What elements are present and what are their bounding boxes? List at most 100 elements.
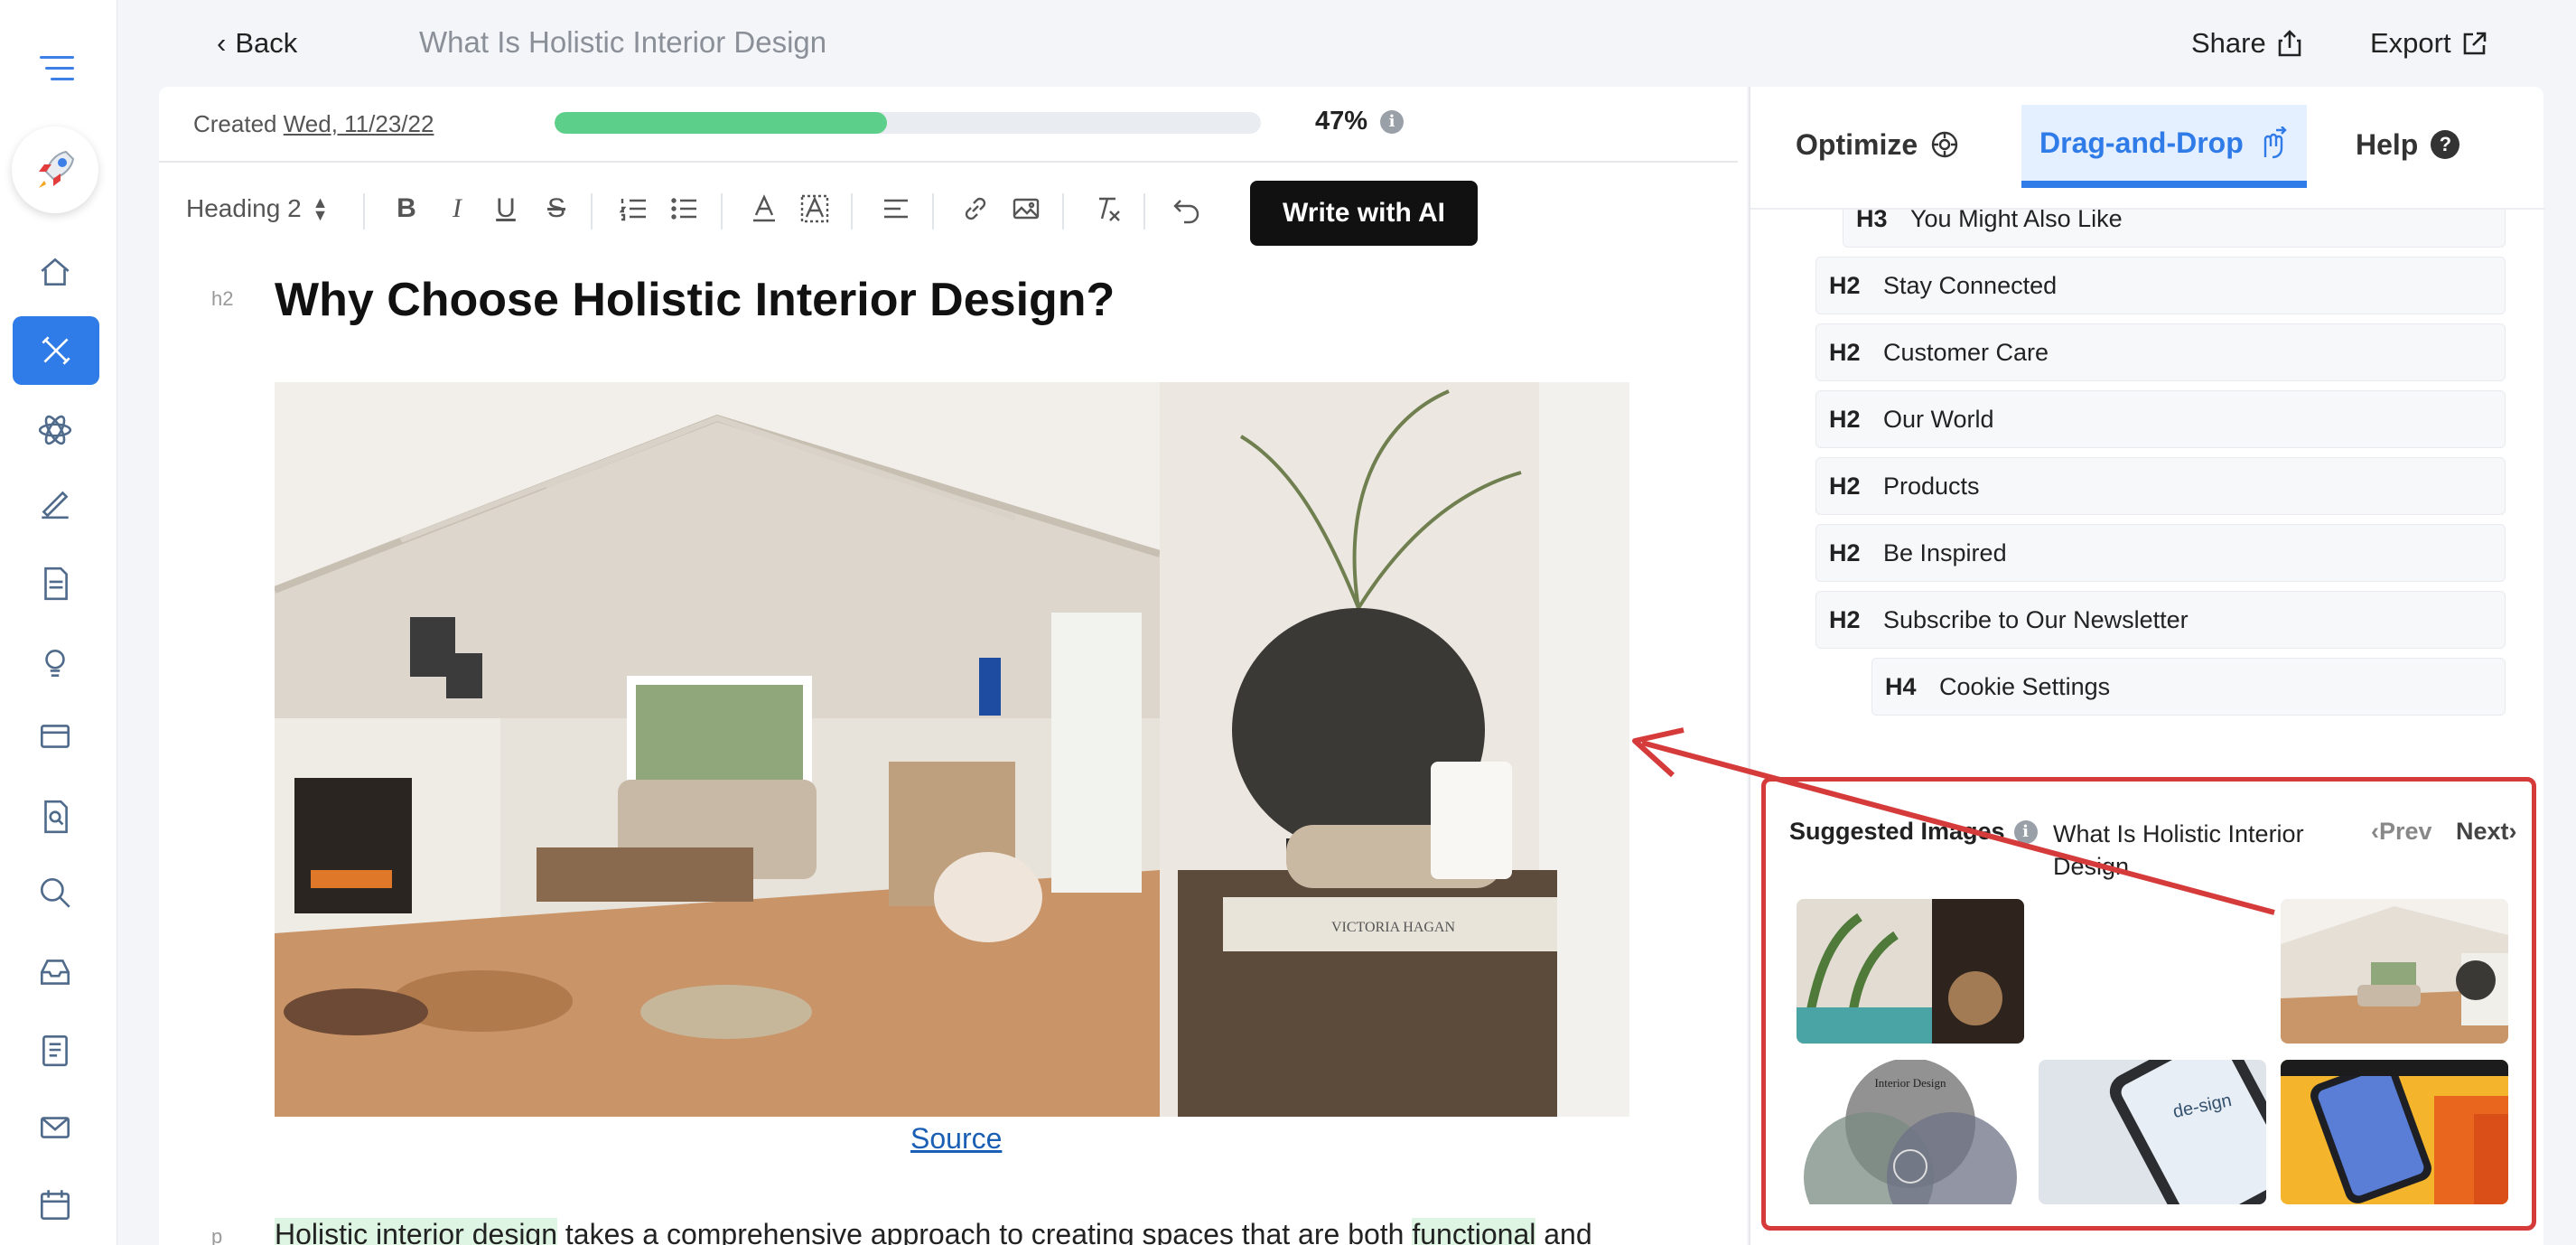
ordered-list-icon[interactable] xyxy=(616,188,652,229)
suggested-query: What Is Holistic Interior Design xyxy=(2053,820,2304,880)
write-with-ai-button[interactable]: Write with AI xyxy=(1250,181,1478,246)
italic-icon[interactable]: I xyxy=(439,188,475,229)
left-nav-rail xyxy=(0,0,117,1245)
calendar-icon[interactable] xyxy=(30,1180,80,1231)
heading-select[interactable]: Heading 2 ▲ ▼ xyxy=(186,188,349,229)
heading-outline-item[interactable]: H2 Our World xyxy=(1815,390,2506,448)
tab-help-label: Help xyxy=(2356,127,2419,161)
back-button[interactable]: ‹ Back xyxy=(217,27,297,60)
clipboard-icon[interactable] xyxy=(30,1025,80,1075)
heading-level-badge: H2 xyxy=(1829,405,1861,433)
block-tag-p: p xyxy=(211,1225,223,1245)
panel-tabs: Optimize Drag-and-Drop Help ? xyxy=(1750,87,2545,204)
export-button[interactable]: Export xyxy=(2370,27,2487,60)
question-icon: ? xyxy=(2431,130,2460,159)
heading-outline-text: Cookie Settings xyxy=(1939,672,2111,700)
suggested-image-thumbnail[interactable] xyxy=(1797,899,2024,1044)
heading-level-badge: H4 xyxy=(1885,672,1917,700)
document-icon[interactable] xyxy=(30,558,80,609)
bullet-list-icon[interactable] xyxy=(667,188,703,229)
paragraph-text-mid: takes a comprehensive approach to creati… xyxy=(557,1218,1413,1245)
info-icon[interactable]: i xyxy=(2013,819,2038,844)
menu-icon[interactable] xyxy=(40,56,74,83)
heading-outline-text: Subscribe to Our Newsletter xyxy=(1883,605,2189,633)
next-button[interactable]: Next› xyxy=(2456,818,2517,846)
progress-label: 47% xyxy=(1315,107,1368,136)
tab-drag-and-drop-label: Drag-and-Drop xyxy=(2039,126,2244,159)
undo-icon[interactable] xyxy=(1169,188,1205,229)
meta-bar: Created Wed, 11/23/22 47% i xyxy=(159,87,1738,163)
block-tag-h2: h2 xyxy=(211,287,234,310)
heading-outline-item[interactable]: H2 Be Inspired xyxy=(1815,524,2506,582)
paragraph-text[interactable]: Holistic interior design takes a compreh… xyxy=(275,1218,1592,1245)
suggested-image-thumbnail[interactable] xyxy=(2281,899,2508,1044)
keyword-highlight: Holistic interior design xyxy=(275,1218,558,1245)
document-title[interactable]: What Is Holistic Interior Design xyxy=(419,25,826,60)
toolbar-divider xyxy=(851,193,853,229)
suggested-image-thumbnail[interactable]: de-sign xyxy=(2039,1060,2266,1204)
align-icon[interactable] xyxy=(878,188,914,229)
link-icon[interactable] xyxy=(957,188,994,229)
image-icon[interactable] xyxy=(1008,188,1044,229)
toolbar-divider xyxy=(932,193,934,229)
created-date: Created Wed, 11/23/22 xyxy=(193,110,434,138)
optimize-icon xyxy=(1931,131,1958,158)
source-link[interactable]: Source xyxy=(910,1122,1002,1156)
suggested-image-thumbnail[interactable] xyxy=(2281,1060,2508,1204)
heading-outline-item[interactable]: H2 Stay Connected xyxy=(1815,257,2506,314)
suggested-images-title: Suggested Images i xyxy=(1789,818,2038,846)
tab-optimize[interactable]: Optimize xyxy=(1796,105,1959,184)
clear-format-icon[interactable] xyxy=(1089,188,1125,229)
paragraph-text-end: and xyxy=(1535,1218,1592,1245)
heading-outline-item[interactable]: H2 Subscribe to Our Newsletter xyxy=(1815,591,2506,649)
heading-select-value: Heading 2 xyxy=(186,194,302,222)
toolbar-divider xyxy=(591,193,593,229)
highlight-color-icon[interactable] xyxy=(797,188,833,229)
share-button[interactable]: Share xyxy=(2191,27,2302,60)
bold-icon[interactable]: B xyxy=(388,188,425,229)
living-room-image[interactable]: VICTORIA HAGAN xyxy=(275,382,1629,1117)
tools-icon[interactable] xyxy=(13,316,99,385)
inbox-icon[interactable] xyxy=(30,947,80,997)
suggested-image-thumbnail[interactable]: Interior Design xyxy=(1797,1060,2024,1204)
toolbar-divider xyxy=(721,193,723,229)
external-link-icon xyxy=(2463,32,2486,55)
updown-chevron-icon: ▲ ▼ xyxy=(312,193,329,224)
card-icon[interactable] xyxy=(30,712,80,763)
back-label: Back xyxy=(235,27,298,59)
mail-icon[interactable] xyxy=(30,1102,80,1153)
strikethrough-icon[interactable]: S xyxy=(538,188,574,229)
heading-outline-item[interactable]: H4 Cookie Settings xyxy=(1871,658,2506,716)
svg-text:VICTORIA HAGAN: VICTORIA HAGAN xyxy=(1331,920,1455,935)
heading-outline-item[interactable]: H3 You Might Also Like xyxy=(1843,208,2506,248)
heading-outline-item[interactable]: H2 Customer Care xyxy=(1815,323,2506,381)
heading-outline-text: Our World xyxy=(1883,405,1994,433)
toolbar-divider xyxy=(363,193,365,229)
heading-outline-item[interactable]: H2 Products xyxy=(1815,457,2506,515)
heading-level-badge: H3 xyxy=(1856,208,1888,232)
prev-button[interactable]: ‹Prev xyxy=(2371,818,2432,846)
pen-icon[interactable] xyxy=(30,477,80,528)
lightbulb-icon[interactable] xyxy=(30,638,80,688)
suggested-images-label: Suggested Images xyxy=(1789,818,2005,845)
suggested-images-panel: Suggested Images i What Is Holistic Inte… xyxy=(1761,777,2536,1231)
tab-help[interactable]: Help ? xyxy=(2356,105,2460,184)
prev-label: Prev xyxy=(2379,818,2432,845)
export-label: Export xyxy=(2370,27,2451,59)
keyword-highlight: functional xyxy=(1412,1218,1536,1245)
section-heading[interactable]: Why Choose Holistic Interior Design? xyxy=(275,273,1115,327)
info-icon[interactable]: i xyxy=(1380,109,1405,134)
share-label: Share xyxy=(2191,27,2266,59)
atom-icon[interactable] xyxy=(30,405,80,455)
home-icon[interactable] xyxy=(30,246,80,296)
text-color-icon[interactable] xyxy=(746,188,782,229)
underline-icon[interactable]: U xyxy=(488,188,524,229)
search-icon[interactable] xyxy=(30,867,80,918)
heading-outline-text: Stay Connected xyxy=(1883,271,2058,299)
heading-level-badge: H2 xyxy=(1829,605,1861,633)
tab-drag-and-drop[interactable]: Drag-and-Drop xyxy=(2021,105,2307,188)
share-icon xyxy=(2278,30,2301,57)
file-search-icon[interactable] xyxy=(30,791,80,842)
tab-optimize-label: Optimize xyxy=(1796,127,1918,161)
rocket-logo-icon[interactable] xyxy=(12,126,98,213)
